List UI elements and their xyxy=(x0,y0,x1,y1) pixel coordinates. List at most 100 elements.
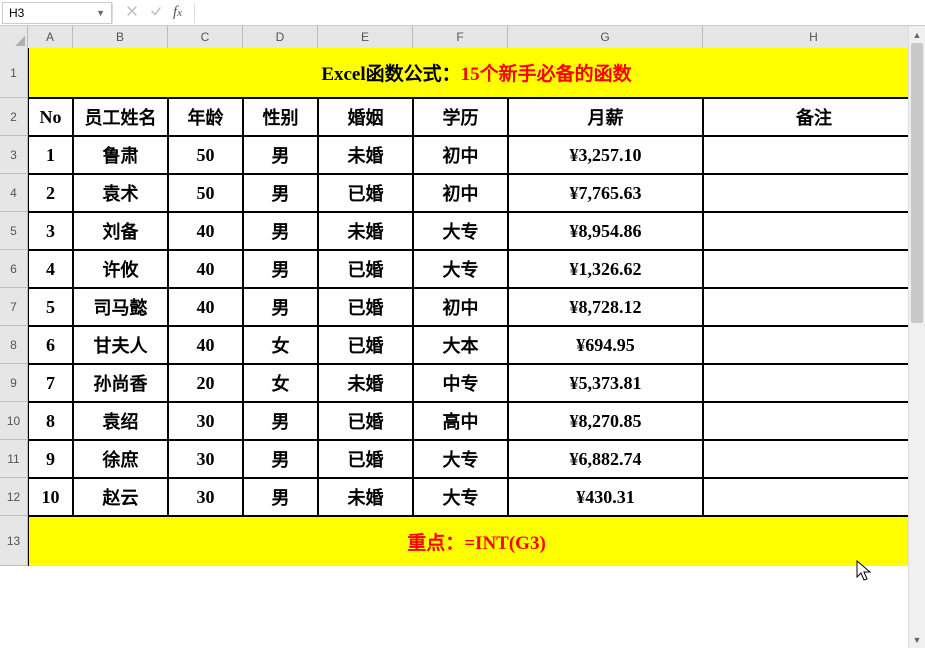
cell-gender[interactable]: 男 xyxy=(243,288,318,326)
cell-no[interactable]: 2 xyxy=(28,174,73,212)
cell-age[interactable]: 50 xyxy=(168,136,243,174)
scroll-down-icon[interactable]: ▼ xyxy=(909,631,925,648)
cell-gender[interactable]: 女 xyxy=(243,326,318,364)
cell-remark[interactable] xyxy=(703,250,925,288)
col-header-A[interactable]: A xyxy=(28,26,73,48)
row-header-2[interactable]: 2 xyxy=(0,98,28,136)
title-cell[interactable]: Excel函数公式：15个新手必备的函数 xyxy=(28,48,925,98)
cell-edu[interactable]: 大专 xyxy=(413,440,508,478)
name-box-dropdown-icon[interactable]: ▼ xyxy=(96,8,105,18)
cell-edu[interactable]: 大专 xyxy=(413,250,508,288)
col-header-E[interactable]: E xyxy=(318,26,413,48)
cell-marriage[interactable]: 未婚 xyxy=(318,364,413,402)
cell-edu[interactable]: 中专 xyxy=(413,364,508,402)
cell-remark[interactable] xyxy=(703,174,925,212)
cell-gender[interactable]: 女 xyxy=(243,364,318,402)
cell-remark[interactable] xyxy=(703,364,925,402)
cell-marriage[interactable]: 已婚 xyxy=(318,174,413,212)
cell-marriage[interactable]: 已婚 xyxy=(318,326,413,364)
cell-no[interactable]: 7 xyxy=(28,364,73,402)
cell-edu[interactable]: 大本 xyxy=(413,326,508,364)
cell-salary[interactable]: ¥8,270.85 xyxy=(508,402,703,440)
row-header-7[interactable]: 7 xyxy=(0,288,28,326)
th-age[interactable]: 年龄 xyxy=(168,98,243,136)
cell-salary[interactable]: ¥5,373.81 xyxy=(508,364,703,402)
cell-age[interactable]: 40 xyxy=(168,288,243,326)
cell-name[interactable]: 徐庶 xyxy=(73,440,168,478)
cell-edu[interactable]: 初中 xyxy=(413,136,508,174)
cell-marriage[interactable]: 未婚 xyxy=(318,212,413,250)
row-header-3[interactable]: 3 xyxy=(0,136,28,174)
cell-name[interactable]: 袁术 xyxy=(73,174,168,212)
col-header-B[interactable]: B xyxy=(73,26,168,48)
row-header-5[interactable]: 5 xyxy=(0,212,28,250)
row-header-8[interactable]: 8 xyxy=(0,326,28,364)
cell-gender[interactable]: 男 xyxy=(243,212,318,250)
cell-edu[interactable]: 大专 xyxy=(413,478,508,516)
footer-cell[interactable]: 重点：=INT(G3) xyxy=(28,516,925,566)
cell-name[interactable]: 赵云 xyxy=(73,478,168,516)
cell-name[interactable]: 刘备 xyxy=(73,212,168,250)
th-edu[interactable]: 学历 xyxy=(413,98,508,136)
cell-salary[interactable]: ¥6,882.74 xyxy=(508,440,703,478)
cell-no[interactable]: 8 xyxy=(28,402,73,440)
cell-salary[interactable]: ¥8,728.12 xyxy=(508,288,703,326)
col-header-C[interactable]: C xyxy=(168,26,243,48)
th-gender[interactable]: 性别 xyxy=(243,98,318,136)
col-header-D[interactable]: D xyxy=(243,26,318,48)
th-marriage[interactable]: 婚姻 xyxy=(318,98,413,136)
cell-name[interactable]: 袁绍 xyxy=(73,402,168,440)
col-header-G[interactable]: G xyxy=(508,26,703,48)
cell-age[interactable]: 40 xyxy=(168,326,243,364)
name-box[interactable]: H3 ▼ xyxy=(2,2,112,24)
cell-no[interactable]: 9 xyxy=(28,440,73,478)
cell-remark[interactable] xyxy=(703,136,925,174)
cell-edu[interactable]: 大专 xyxy=(413,212,508,250)
cell-remark[interactable] xyxy=(703,326,925,364)
cell-remark[interactable] xyxy=(703,212,925,250)
row-header-13[interactable]: 13 xyxy=(0,516,28,566)
cell-salary[interactable]: ¥430.31 xyxy=(508,478,703,516)
cell-gender[interactable]: 男 xyxy=(243,136,318,174)
confirm-icon[interactable] xyxy=(149,4,163,21)
cell-age[interactable]: 30 xyxy=(168,402,243,440)
col-header-H[interactable]: H xyxy=(703,26,925,48)
cell-age[interactable]: 50 xyxy=(168,174,243,212)
vertical-scrollbar[interactable]: ▲ ▼ xyxy=(908,26,925,648)
cell-age[interactable]: 40 xyxy=(168,250,243,288)
cancel-icon[interactable] xyxy=(125,4,139,21)
cell-salary[interactable]: ¥694.95 xyxy=(508,326,703,364)
cell-remark[interactable] xyxy=(703,288,925,326)
cell-salary[interactable]: ¥8,954.86 xyxy=(508,212,703,250)
formula-input[interactable] xyxy=(195,2,925,24)
cell-salary[interactable]: ¥3,257.10 xyxy=(508,136,703,174)
cell-age[interactable]: 20 xyxy=(168,364,243,402)
cell-gender[interactable]: 男 xyxy=(243,478,318,516)
cell-no[interactable]: 6 xyxy=(28,326,73,364)
cell-no[interactable]: 3 xyxy=(28,212,73,250)
cell-gender[interactable]: 男 xyxy=(243,440,318,478)
cell-salary[interactable]: ¥7,765.63 xyxy=(508,174,703,212)
th-remark[interactable]: 备注 xyxy=(703,98,925,136)
cell-remark[interactable] xyxy=(703,402,925,440)
cell-name[interactable]: 鲁肃 xyxy=(73,136,168,174)
row-header-1[interactable]: 1 xyxy=(0,48,28,98)
cell-gender[interactable]: 男 xyxy=(243,402,318,440)
cell-remark[interactable] xyxy=(703,478,925,516)
cell-marriage[interactable]: 未婚 xyxy=(318,136,413,174)
row-header-12[interactable]: 12 xyxy=(0,478,28,516)
cell-marriage[interactable]: 已婚 xyxy=(318,440,413,478)
cell-remark[interactable] xyxy=(703,440,925,478)
cell-age[interactable]: 30 xyxy=(168,478,243,516)
th-name[interactable]: 员工姓名 xyxy=(73,98,168,136)
cell-edu[interactable]: 初中 xyxy=(413,174,508,212)
cell-marriage[interactable]: 已婚 xyxy=(318,402,413,440)
cell-name[interactable]: 孙尚香 xyxy=(73,364,168,402)
cell-marriage[interactable]: 已婚 xyxy=(318,288,413,326)
col-header-F[interactable]: F xyxy=(413,26,508,48)
scroll-thumb[interactable] xyxy=(911,43,923,323)
cell-name[interactable]: 司马懿 xyxy=(73,288,168,326)
fx-icon[interactable]: fx xyxy=(173,4,182,21)
row-header-4[interactable]: 4 xyxy=(0,174,28,212)
row-header-11[interactable]: 11 xyxy=(0,440,28,478)
